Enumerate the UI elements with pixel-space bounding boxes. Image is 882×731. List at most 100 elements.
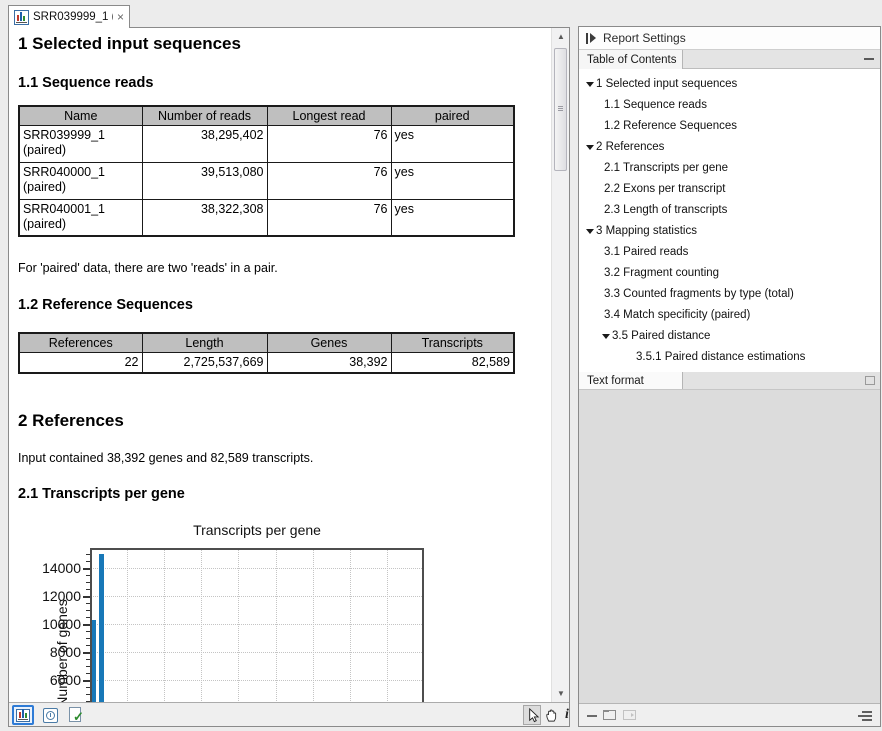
info-tool-button[interactable]: i xyxy=(560,705,574,725)
toc-item[interactable]: 3.1 Paired reads xyxy=(579,242,880,263)
table-row: SRR039999_1(paired)38,295,40276yes xyxy=(19,125,514,162)
gridline-vertical xyxy=(127,548,128,702)
bar xyxy=(91,620,96,702)
toc-item-label: 3.5 Paired distance xyxy=(612,330,710,342)
tab-text-format[interactable]: Text format xyxy=(579,372,683,389)
scroll-up-button[interactable]: ▲ xyxy=(552,28,570,45)
selection-tool-button[interactable] xyxy=(523,705,541,725)
cell-number-of-reads: 38,295,402 xyxy=(142,125,267,162)
expand-box-icon[interactable] xyxy=(865,376,875,385)
table-header-row: NameNumber of readsLongest readpaired xyxy=(19,106,514,125)
cell-value: 38,392 xyxy=(267,352,391,373)
y-axis-tick-label: 12000 xyxy=(35,588,81,604)
section-heading-2: 2 References xyxy=(18,411,124,431)
table-header-row: ReferencesLengthGenesTranscripts xyxy=(19,333,514,352)
y-axis-minor-tick xyxy=(86,645,90,646)
minimize-panel-icon[interactable] xyxy=(587,715,597,717)
toc-item[interactable]: 3.3 Counted fragments by type (total) xyxy=(579,284,880,305)
cell-value: 82,589 xyxy=(391,352,514,373)
cell-number-of-reads: 39,513,080 xyxy=(142,162,267,199)
gridline-horizontal xyxy=(90,680,424,681)
y-axis-minor-tick xyxy=(86,575,90,576)
collapse-group-icon[interactable] xyxy=(864,58,874,60)
toc-item[interactable]: 2.3 Length of transcripts xyxy=(579,200,880,221)
cell-paired: yes xyxy=(391,125,514,162)
toc-item[interactable]: 3.4 Match specificity (paired) xyxy=(579,305,880,326)
tab-close-icon[interactable]: × xyxy=(117,11,124,23)
column-header: Length xyxy=(142,333,267,352)
pan-tool-button[interactable] xyxy=(542,705,560,725)
bar xyxy=(99,554,104,702)
gridline-horizontal xyxy=(90,596,424,597)
report-icon xyxy=(16,709,30,722)
history-view-button[interactable] xyxy=(39,705,61,725)
scrollbar-thumb[interactable] xyxy=(554,48,567,171)
toc-item-label: 2.3 Length of transcripts xyxy=(604,204,727,216)
plot-area xyxy=(90,548,424,702)
cell-longest-read: 76 xyxy=(267,162,391,199)
collapse-arrow-icon[interactable] xyxy=(586,145,594,150)
toc-item[interactable]: 3.5.1 Paired distance estimations xyxy=(579,347,880,368)
document-tab[interactable]: SRR039999_1 (... × xyxy=(8,5,130,28)
y-axis-minor-tick xyxy=(86,589,90,590)
collapse-arrow-icon[interactable] xyxy=(586,82,594,87)
y-axis-minor-tick xyxy=(86,666,90,667)
y-axis-minor-tick xyxy=(86,603,90,604)
toc-item[interactable]: 2 References xyxy=(579,137,880,158)
view-settings-icon[interactable] xyxy=(858,710,872,721)
side-panel-toolbar xyxy=(579,703,880,726)
hand-icon xyxy=(544,708,559,723)
cell-longest-read: 76 xyxy=(267,199,391,236)
toc-item[interactable]: 2.1 Transcripts per gene xyxy=(579,158,880,179)
report-settings-header[interactable]: Report Settings xyxy=(579,27,880,50)
collapse-arrow-icon[interactable] xyxy=(586,229,594,234)
y-axis-tick-label: 8000 xyxy=(35,644,81,660)
toc-item[interactable]: 1 Selected input sequences xyxy=(579,74,880,95)
scroll-down-button[interactable]: ▼ xyxy=(552,685,570,702)
column-header: Transcripts xyxy=(391,333,514,352)
y-axis-major-tick xyxy=(83,652,90,654)
table-row: SRR040000_1(paired)39,513,08076yes xyxy=(19,162,514,199)
toc-item[interactable]: 3.2 Fragment counting xyxy=(579,263,880,284)
toc-item-label: 2.2 Exons per transcript xyxy=(604,183,725,195)
toc-item[interactable]: 1.2 Reference Sequences xyxy=(579,116,880,137)
toc-item[interactable]: 1.1 Sequence reads xyxy=(579,95,880,116)
cell-value: 22 xyxy=(19,352,142,373)
element-info-view-button[interactable]: ✓ xyxy=(65,705,87,725)
side-panel-empty-area xyxy=(579,390,880,703)
column-header: paired xyxy=(391,106,514,125)
toc-item-label: 1.2 Reference Sequences xyxy=(604,120,737,132)
float-panel-icon[interactable] xyxy=(603,710,616,720)
toc-item[interactable]: 3 Mapping statistics xyxy=(579,221,880,242)
y-axis-minor-tick xyxy=(86,687,90,688)
gridline-vertical xyxy=(164,548,165,702)
cell-name: SRR040000_1(paired) xyxy=(19,162,142,199)
vertical-scrollbar[interactable]: ▲ ▼ xyxy=(551,28,569,702)
section-heading-1-1: 1.1 Sequence reads xyxy=(18,75,153,91)
toc-item-label: 1.1 Sequence reads xyxy=(604,99,707,111)
report-document: 1 Selected input sequences 1.1 Sequence … xyxy=(9,28,551,702)
document-check-icon: ✓ xyxy=(69,707,83,723)
toc-item-label: 2 References xyxy=(596,141,664,153)
section-heading-2-1: 2.1 Transcripts per gene xyxy=(18,486,185,502)
report-view-button[interactable] xyxy=(12,705,34,725)
report-settings-label: Report Settings xyxy=(603,31,686,45)
toc-item[interactable]: 3.5 Paired distance xyxy=(579,326,880,347)
collapse-arrow-icon[interactable] xyxy=(602,334,610,339)
info-icon: i xyxy=(565,707,569,723)
tab-table-of-contents[interactable]: Table of Contents xyxy=(579,50,683,69)
cell-name: SRR040001_1(paired) xyxy=(19,199,142,236)
paired-note: For 'paired' data, there are two 'reads'… xyxy=(18,261,278,275)
table-row: SRR040001_1(paired)38,322,30876yes xyxy=(19,199,514,236)
cell-number-of-reads: 38,322,308 xyxy=(142,199,267,236)
y-axis-minor-tick xyxy=(86,582,90,583)
y-axis-minor-tick xyxy=(86,610,90,611)
cell-value: 2,725,537,669 xyxy=(142,352,267,373)
toc-item[interactable]: 2.2 Exons per transcript xyxy=(579,179,880,200)
column-header: Number of reads xyxy=(142,106,267,125)
y-axis-minor-tick xyxy=(86,631,90,632)
gridline-horizontal xyxy=(90,652,424,653)
cell-paired: yes xyxy=(391,162,514,199)
y-axis-minor-tick xyxy=(86,554,90,555)
y-axis-tick-label: 14000 xyxy=(35,560,81,576)
